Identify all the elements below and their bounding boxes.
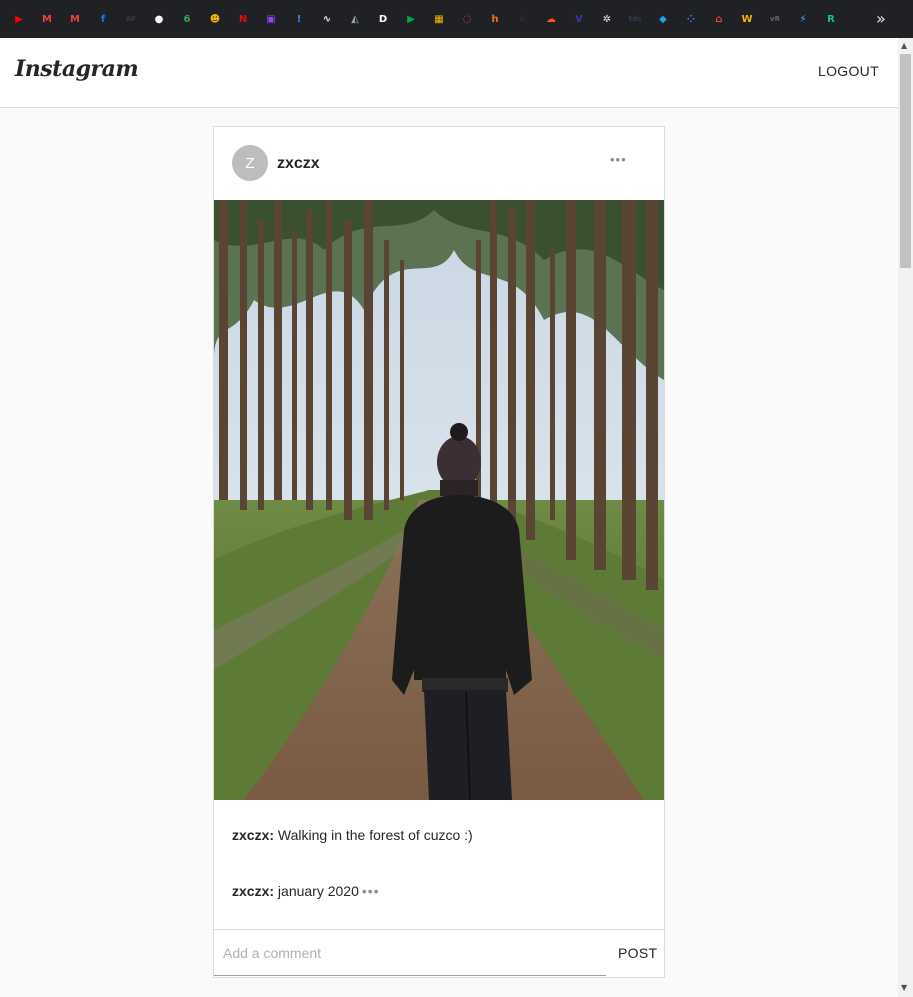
comment-input[interactable] bbox=[214, 930, 606, 976]
r-icon[interactable]: R bbox=[822, 10, 840, 28]
gmail-icon[interactable]: M bbox=[66, 10, 84, 28]
w-icon[interactable]: W bbox=[738, 10, 756, 28]
app-header: Instagram LOGOUT bbox=[0, 38, 898, 108]
post-username[interactable]: zxczx bbox=[277, 155, 320, 173]
post-comment-button[interactable]: POST bbox=[618, 945, 657, 961]
gmail-icon[interactable]: M bbox=[38, 10, 56, 28]
dots-icon[interactable]: ⁘ bbox=[682, 10, 700, 28]
bolt-icon[interactable]: ⚡ bbox=[794, 10, 812, 28]
af-icon[interactable]: AF bbox=[122, 10, 140, 28]
comment-username[interactable]: zxczx: bbox=[232, 883, 274, 899]
cap-icon[interactable]: ◭ bbox=[346, 10, 364, 28]
exclamation-icon[interactable]: ! bbox=[290, 10, 308, 28]
six-icon[interactable]: 6 bbox=[178, 10, 196, 28]
scroll-down-arrow-icon[interactable]: ▼ bbox=[901, 983, 907, 992]
netflix-icon[interactable]: N bbox=[234, 10, 252, 28]
post-caption: zxczx: Walking in the forest of cuzco :) bbox=[232, 827, 473, 843]
scroll-up-arrow-icon[interactable]: ▲ bbox=[901, 41, 907, 50]
forest-photo bbox=[214, 200, 664, 800]
waveform-icon[interactable]: ∿ bbox=[318, 10, 336, 28]
gear-icon[interactable]: ✲ bbox=[598, 10, 616, 28]
classroom-icon[interactable]: ▦ bbox=[430, 10, 448, 28]
caption-username[interactable]: zxczx: bbox=[232, 827, 274, 843]
vr-icon[interactable]: vR bbox=[766, 10, 784, 28]
caption-text: Walking in the forest of cuzco :) bbox=[274, 827, 473, 843]
facebook-icon[interactable]: f bbox=[94, 10, 112, 28]
scroll-thumb[interactable] bbox=[900, 54, 911, 268]
post-header: Z zxczx ••• bbox=[214, 127, 664, 200]
h-icon[interactable]: h bbox=[486, 10, 504, 28]
cube-icon[interactable]: ◆ bbox=[654, 10, 672, 28]
comment-text: january 2020 bbox=[274, 883, 359, 899]
post-photo bbox=[214, 200, 664, 800]
v-icon[interactable]: V bbox=[570, 10, 588, 28]
scrollbar[interactable]: ▲ ▼ bbox=[898, 38, 913, 997]
soundcloud-icon[interactable]: ☁ bbox=[542, 10, 560, 28]
instagram-logo[interactable]: Instagram bbox=[15, 56, 139, 82]
comment-form: POST bbox=[214, 929, 664, 978]
d-icon[interactable]: D bbox=[374, 10, 392, 28]
logout-button[interactable]: LOGOUT bbox=[818, 63, 879, 79]
youtube-icon[interactable]: ▶ bbox=[10, 10, 28, 28]
meet-icon[interactable]: ▶ bbox=[402, 10, 420, 28]
store-icon[interactable]: ⌂ bbox=[710, 10, 728, 28]
avatar[interactable]: Z bbox=[232, 145, 268, 181]
bug-icon[interactable]: ☻ bbox=[206, 10, 224, 28]
bookmarks-bar: ▶ M Mf AF ● 6 ☻ N ▣! ∿ ◭ D ▶ ▦ ◌ h k ☁ V ✲ tds ◆ ⁘ ⌂ WvR ⚡ R » bbox=[0, 0, 913, 38]
tds-icon[interactable]: tds bbox=[626, 10, 644, 28]
twitch-icon[interactable]: ▣ bbox=[262, 10, 280, 28]
comment-more-icon[interactable]: ••• bbox=[362, 883, 380, 899]
k-icon[interactable]: k bbox=[514, 10, 532, 28]
github-icon[interactable]: ● bbox=[150, 10, 168, 28]
bookmarks-overflow-icon[interactable]: » bbox=[876, 9, 886, 28]
more-options-icon[interactable]: ••• bbox=[610, 152, 627, 167]
post-card: Z zxczx ••• zxczx: Walking in the forest… bbox=[213, 126, 665, 978]
comment-item: zxczx: january 2020 ••• bbox=[232, 883, 380, 899]
circle-icon[interactable]: ◌ bbox=[458, 10, 476, 28]
